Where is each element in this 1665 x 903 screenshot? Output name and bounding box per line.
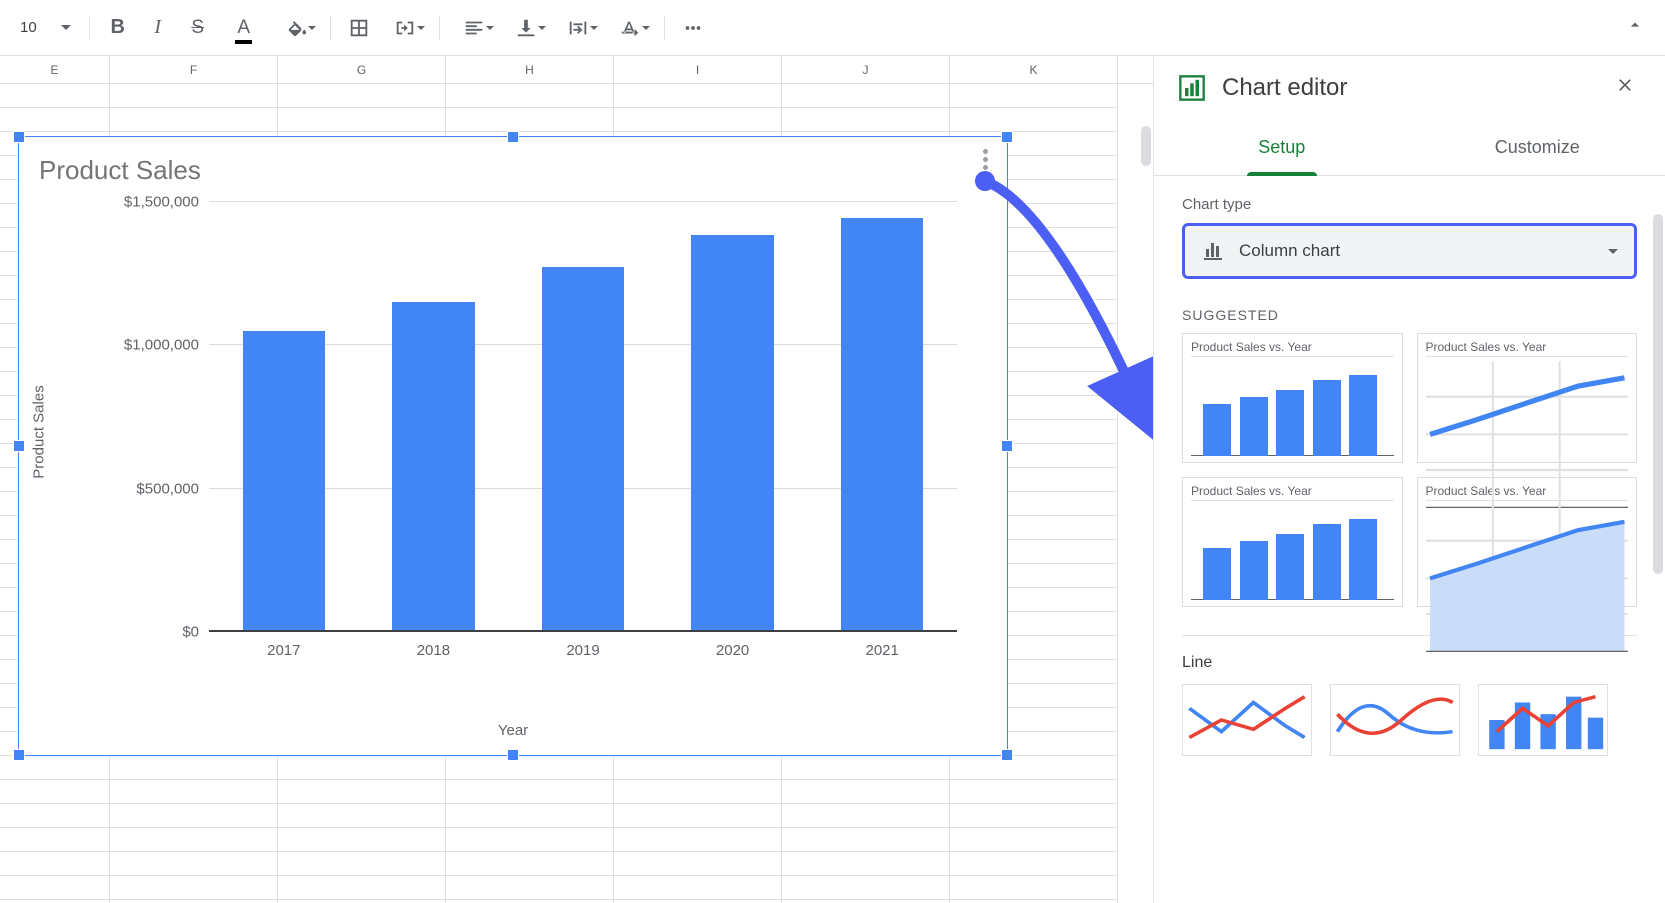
collapse-toolbar-button[interactable] [1625,15,1645,40]
horizontal-align-button[interactable] [450,10,498,46]
scroll-thumb[interactable] [1653,214,1663,574]
chevron-up-icon [1625,15,1645,35]
main: E F G H I J K // rows will be drawn afte… [0,56,1665,903]
thumb-line[interactable]: Product Sales vs. Year [1417,333,1638,463]
y-axis-label: Product Sales [31,385,48,478]
tab-setup[interactable]: Setup [1154,120,1410,175]
thumb-line-basic[interactable] [1182,684,1312,756]
thumb-column-2[interactable]: Product Sales vs. Year [1182,477,1403,607]
thumb-body [1191,505,1394,600]
column-chart-icon [1201,239,1225,263]
panel-title: Chart editor [1222,74,1593,102]
divider [439,16,440,40]
resize-handle[interactable] [1001,440,1013,452]
resize-handle[interactable] [1001,131,1013,143]
sheet-area: E F G H I J K // rows will be drawn afte… [0,56,1153,903]
thumb-body [1426,505,1629,652]
toolbar: 10 B I S A [0,0,1665,56]
divider [330,16,331,40]
column-headers: E F G H I J K [0,56,1153,84]
text-wrap-icon [567,17,589,39]
merge-cells-button[interactable] [381,10,429,46]
chart-type-select[interactable]: Column chart [1182,223,1637,279]
category-line-label: Line [1182,654,1637,672]
plot-area: $0$500,000$1,000,000$1,500,0002017201820… [209,202,957,632]
column-header[interactable]: G [278,56,446,83]
text-rotation-icon [619,17,641,39]
suggested-label: SUGGESTED [1182,307,1637,323]
panel-header: Chart editor [1154,56,1665,120]
thumb-body [1426,361,1629,508]
chart-object[interactable]: Product Sales Product Sales $0$500,000$1… [18,136,1008,756]
panel-scrollbar[interactable] [1651,64,1665,903]
thumb-column[interactable]: Product Sales vs. Year [1182,333,1403,463]
resize-handle[interactable] [1001,749,1013,761]
close-button[interactable] [1609,69,1641,107]
chevron-down-icon [1608,249,1618,254]
chart-editor-panel: Chart editor Setup Customize Chart type … [1153,56,1665,903]
fill-color-button[interactable] [272,10,320,46]
strikethrough-button[interactable]: S [180,10,216,46]
align-left-icon [463,17,485,39]
chart-icon [1178,74,1206,102]
suggested-thumbs: Product Sales vs. Year Product Sales vs.… [1182,333,1637,607]
column-header[interactable]: J [782,56,950,83]
bold-button[interactable]: B [100,10,136,46]
x-axis-label: Year [19,722,1007,739]
more-horizontal-icon [682,17,704,39]
resize-handle[interactable] [13,440,25,452]
thumb-line-smooth[interactable] [1330,684,1460,756]
vertical-align-button[interactable] [502,10,550,46]
column-header[interactable]: E [0,56,110,83]
resize-handle[interactable] [13,749,25,761]
text-color-button[interactable]: A [220,10,268,46]
text-rotation-button[interactable] [606,10,654,46]
divider [89,16,90,40]
resize-handle[interactable] [13,131,25,143]
chart-more-menu[interactable] [973,147,997,171]
divider [664,16,665,40]
line-thumbs [1182,684,1637,756]
panel-tabs: Setup Customize [1154,120,1665,176]
column-header[interactable]: K [950,56,1118,83]
borders-button[interactable] [341,10,377,46]
align-bottom-icon [515,17,537,39]
borders-icon [348,17,370,39]
chart-title[interactable]: Product Sales [19,137,1007,192]
merge-icon [394,17,416,39]
column-header[interactable]: F [110,56,278,83]
close-icon [1615,75,1635,95]
italic-button[interactable]: I [140,10,176,46]
thumb-body [1191,361,1394,456]
vertical-scrollbar[interactable] [1141,126,1151,166]
column-header[interactable]: H [446,56,614,83]
thumb-combo[interactable] [1478,684,1608,756]
chart-type-value: Column chart [1239,241,1594,261]
chart-body: Product Sales $0$500,000$1,000,000$1,500… [49,192,977,672]
column-header[interactable]: I [614,56,782,83]
resize-handle[interactable] [507,749,519,761]
text-wrap-button[interactable] [554,10,602,46]
more-button[interactable] [675,10,711,46]
tab-customize[interactable]: Customize [1410,120,1665,175]
font-size-selector[interactable]: 10 [12,12,79,44]
chevron-down-icon [61,25,71,30]
resize-handle[interactable] [507,131,519,143]
font-size-value: 10 [20,19,37,36]
chart-type-label: Chart type [1182,196,1637,213]
panel-content: Chart type Column chart SUGGESTED Produc… [1154,176,1665,903]
paint-bucket-icon [285,17,307,39]
